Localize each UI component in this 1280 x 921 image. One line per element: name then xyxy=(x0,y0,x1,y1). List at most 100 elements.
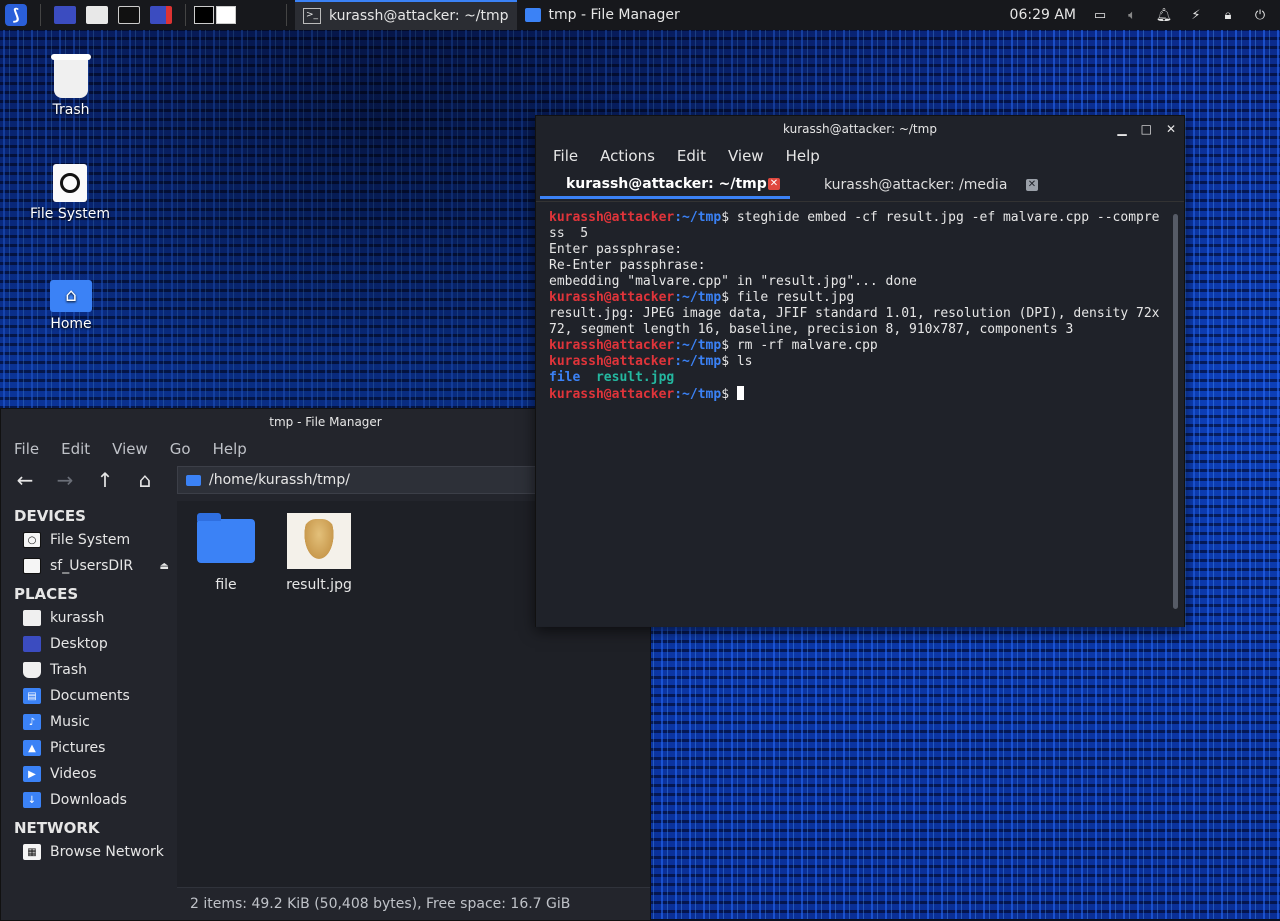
window-titlebar[interactable]: kurassh@attacker: ~/tmp ▁ □ ✕ xyxy=(536,116,1184,143)
minimize-icon[interactable]: ▁ xyxy=(1117,116,1126,143)
eject-icon[interactable]: ⏏ xyxy=(160,561,169,572)
notifications-icon[interactable]: 🔔︎ xyxy=(1156,7,1173,23)
power-manager-icon[interactable]: ⚡︎ xyxy=(1188,7,1204,23)
file-item-label: result.jpg xyxy=(286,577,352,593)
ls-directory: file xyxy=(549,370,581,385)
file-item-folder[interactable]: file xyxy=(186,513,266,593)
workspace-1[interactable] xyxy=(194,6,214,24)
file-manager-launcher[interactable] xyxy=(84,2,110,28)
documents-folder-icon: ▤ xyxy=(23,688,41,704)
ls-output-line: file result.jpg xyxy=(549,370,1161,386)
prompt-symbol: $ xyxy=(721,210,737,225)
menu-help[interactable]: Help xyxy=(202,440,258,458)
prompt-user: kurassh@attacker xyxy=(549,354,675,369)
menu-edit[interactable]: Edit xyxy=(50,440,101,458)
prompt-path: :~/tmp xyxy=(674,210,722,225)
sidebar-item-desktop[interactable]: Desktop xyxy=(1,631,177,657)
close-icon[interactable]: ✕ xyxy=(768,177,780,190)
image-thumbnail xyxy=(287,513,351,569)
desktop-file-system[interactable]: File System xyxy=(20,164,120,222)
forward-button[interactable]: → xyxy=(51,466,79,494)
workspace-2[interactable] xyxy=(216,6,236,24)
sidebar-item-music[interactable]: ♪ Music xyxy=(1,709,177,735)
volume-icon[interactable]: 🔈︎ xyxy=(1124,7,1140,23)
sidebar-item-label: Downloads xyxy=(50,792,127,808)
tab-bar: kurassh@attacker: ~/tmp ✕ kurassh@attack… xyxy=(536,169,1184,199)
display-icon[interactable]: ▭ xyxy=(1092,7,1108,23)
task-file-manager[interactable]: tmp - File Manager xyxy=(517,0,688,30)
window-controls: ▁ □ ✕ xyxy=(1117,116,1176,143)
show-desktop-button[interactable] xyxy=(52,2,78,28)
maximize-icon[interactable]: □ xyxy=(1141,116,1152,143)
terminal-launcher[interactable] xyxy=(116,2,142,28)
sidebar-item-file-system[interactable]: ○ File System xyxy=(1,527,177,553)
power-icon[interactable]: ⏻ xyxy=(1252,7,1268,23)
menu-actions[interactable]: Actions xyxy=(589,147,666,165)
sidebar-item-trash[interactable]: Trash xyxy=(1,657,177,683)
sidebar-item-label: Music xyxy=(50,714,90,730)
clock[interactable]: 06:29 AM xyxy=(1010,7,1076,23)
panel-separator xyxy=(185,4,186,26)
lock-screen-icon[interactable]: 🔒︎ xyxy=(1220,7,1236,23)
terminal-icon: >_ xyxy=(303,8,321,24)
prompt-symbol: $ xyxy=(721,290,737,305)
folder-icon xyxy=(524,8,541,22)
menu-help[interactable]: Help xyxy=(775,147,831,165)
removable-drive-icon xyxy=(23,558,41,574)
sidebar-header-devices: DEVICES xyxy=(14,507,86,525)
menu-file[interactable]: File xyxy=(542,147,589,165)
menu-bar: File Actions Edit View Help xyxy=(536,143,1184,169)
menu-edit[interactable]: Edit xyxy=(666,147,717,165)
terminal-output: kurassh@attacker:~/tmp$ steghide embed -… xyxy=(549,210,1161,403)
tab-media[interactable]: kurassh@attacker: /media ✕ xyxy=(798,171,1048,199)
command-text: ls xyxy=(736,354,753,369)
terminal-body[interactable]: kurassh@attacker:~/tmp$ steghide embed -… xyxy=(536,201,1184,627)
terminal-icon xyxy=(118,6,140,24)
file-item-image[interactable]: result.jpg xyxy=(279,513,359,593)
sidebar-item-sf-usersdir[interactable]: sf_UsersDIR ⏏ xyxy=(1,553,177,579)
network-icon: ▦ xyxy=(23,844,41,860)
back-button[interactable]: ← xyxy=(11,466,39,494)
close-icon[interactable]: ✕ xyxy=(1166,116,1176,143)
scrollbar[interactable] xyxy=(1173,214,1178,609)
sidebar-item-videos[interactable]: ▶ Videos xyxy=(1,761,177,787)
home-button[interactable]: ⌂ xyxy=(131,466,159,494)
tab-tmp[interactable]: kurassh@attacker: ~/tmp ✕ xyxy=(540,171,790,199)
command-text: rm -rf malvare.cpp xyxy=(736,338,878,353)
screen-recorder-launcher[interactable] xyxy=(148,2,174,28)
status-bar: 2 items: 49.2 KiB (50,408 bytes), Free s… xyxy=(177,887,650,920)
desktop-trash[interactable]: Trash xyxy=(21,54,121,118)
menu-view[interactable]: View xyxy=(101,440,159,458)
sidebar-item-browse-network[interactable]: ▦ Browse Network xyxy=(1,839,177,865)
menu-view[interactable]: View xyxy=(717,147,775,165)
sidebar-item-downloads[interactable]: ↓ Downloads xyxy=(1,787,177,813)
location-bar[interactable]: /home/kurassh/tmp/ xyxy=(177,466,557,494)
sidebar-item-pictures[interactable]: ▲ Pictures xyxy=(1,735,177,761)
prompt-path: :~/tmp xyxy=(674,354,722,369)
terminal-window: kurassh@attacker: ~/tmp ▁ □ ✕ File Actio… xyxy=(535,115,1185,627)
applications-menu-button[interactable]: ⟆ xyxy=(3,2,29,28)
close-icon[interactable]: ✕ xyxy=(1026,179,1038,191)
sidebar-item-kurassh[interactable]: kurassh xyxy=(1,605,177,631)
prompt-user: kurassh@attacker xyxy=(549,338,675,353)
desktop-icon xyxy=(54,6,76,24)
sidebar-item-documents[interactable]: ▤ Documents xyxy=(1,683,177,709)
up-button[interactable]: ↑ xyxy=(91,466,119,494)
sidebar-item-label: Pictures xyxy=(50,740,106,756)
recorder-icon xyxy=(150,6,172,24)
prompt-path: :~/tmp xyxy=(674,290,722,305)
sidebar-item-label: Documents xyxy=(50,688,130,704)
home-folder-icon xyxy=(23,610,41,626)
desktop-home[interactable]: ⌂ Home xyxy=(21,280,121,332)
menu-file[interactable]: File xyxy=(3,440,50,458)
folder-icon xyxy=(197,513,255,563)
sidebar: DEVICES ○ File System sf_UsersDIR ⏏ PLAC… xyxy=(1,501,177,919)
top-panel: ⟆ >_ kurassh@attacker: ~/tmp tmp - File … xyxy=(0,0,1280,30)
prompt-symbol: $ xyxy=(721,354,737,369)
menu-go[interactable]: Go xyxy=(159,440,202,458)
downloads-folder-icon: ↓ xyxy=(23,792,41,808)
task-terminal[interactable]: >_ kurassh@attacker: ~/tmp xyxy=(295,0,517,30)
sidebar-header-places: PLACES xyxy=(14,585,79,603)
workspace-switcher[interactable] xyxy=(194,6,236,24)
task-label: tmp - File Manager xyxy=(548,7,680,23)
